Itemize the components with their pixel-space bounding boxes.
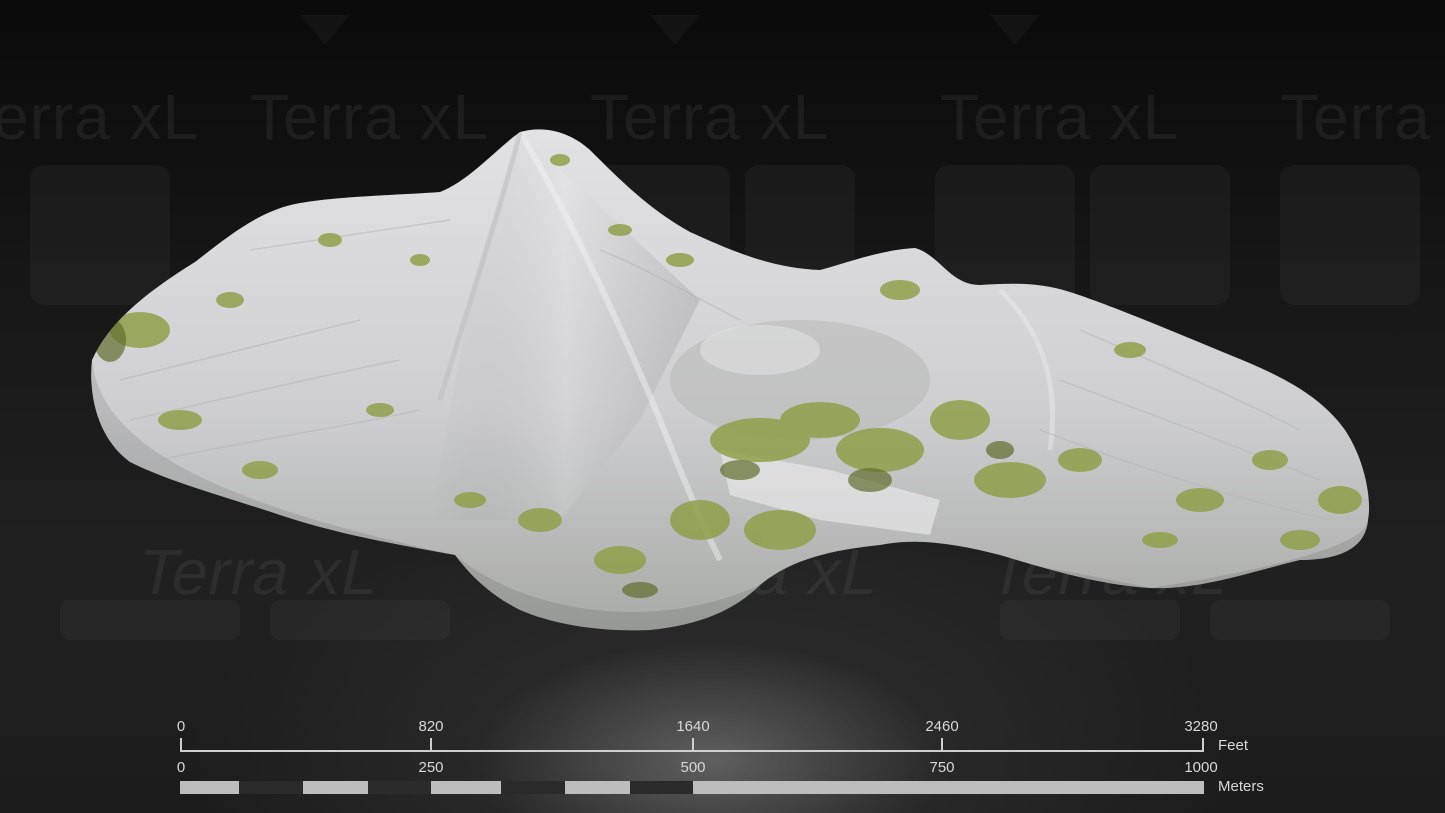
feet-tick-mark xyxy=(180,738,182,752)
feet-tick-mark xyxy=(941,738,943,752)
meters-unit-label: Meters xyxy=(1218,778,1264,795)
feet-tick-mark xyxy=(430,738,432,752)
feet-tick-label: 2460 xyxy=(925,718,959,735)
feet-tick-label: 0 xyxy=(176,718,186,735)
meters-tick-label: 500 xyxy=(680,759,706,776)
meters-scale-segment-dark xyxy=(630,781,693,794)
meters-tick-label: 1000 xyxy=(1184,759,1218,776)
map-viewport[interactable]: Terra xL Terra xL Terra xL Terra xL Terr… xyxy=(0,0,1445,813)
feet-tick-mark xyxy=(1202,738,1204,752)
feet-unit-label: Feet xyxy=(1218,737,1249,754)
meters-tick-label: 250 xyxy=(418,759,444,776)
feet-tick-label: 820 xyxy=(418,718,444,735)
meters-scale-segment-dark xyxy=(368,781,431,794)
feet-tick-label: 1640 xyxy=(676,718,710,735)
meters-tick-label: 0 xyxy=(176,759,186,776)
meters-tick-label: 750 xyxy=(929,759,955,776)
meters-scale-segment-dark xyxy=(239,781,303,794)
feet-tick-mark xyxy=(692,738,694,752)
meters-scale-segment-dark xyxy=(501,781,565,794)
feet-tick-label: 3280 xyxy=(1184,718,1218,735)
scale-bar: 0 820 1640 2460 3280 Feet 0 250 500 750 … xyxy=(0,0,1445,813)
